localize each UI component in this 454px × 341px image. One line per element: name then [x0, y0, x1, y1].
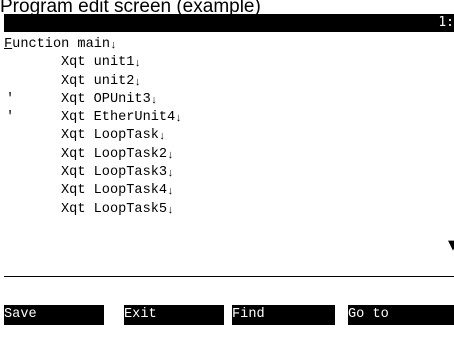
code-line[interactable]: Xqt LoopTask2↓ [4, 146, 454, 164]
code-text: Xqt OPUnit3 [61, 91, 151, 107]
line-position-indicator: 1: [438, 15, 454, 30]
line-end-icon: ↓ [167, 149, 174, 162]
code-line[interactable]: Function main↓ [4, 36, 454, 54]
code-line[interactable]: Xqt unit2↓ [4, 73, 454, 91]
comment-marker: ' [6, 91, 15, 107]
code-line[interactable]: Xqt LoopTask↓ [4, 127, 454, 145]
code-text: Xqt LoopTask5 [61, 201, 168, 217]
exit-button[interactable]: Exit [124, 305, 224, 325]
code-line[interactable]: Xqt LoopTask3↓ [4, 164, 454, 182]
save-button[interactable]: Save [4, 305, 104, 325]
code-line[interactable]: Xqt unit1↓ [4, 54, 454, 72]
code-text: Xqt EtherUnit4 [61, 110, 176, 126]
code-text: Xqt LoopTask3 [61, 165, 168, 181]
line-end-icon: ↓ [134, 58, 142, 71]
code-line[interactable]: ' Xqt OPUnit3↓ [4, 91, 454, 109]
program-edit-screen: 1: Function main↓ Xqt unit1↓ Xqt unit2↓ … [4, 14, 454, 341]
code-text: Xqt LoopTask2 [61, 146, 168, 162]
find-button[interactable]: Find [232, 305, 335, 325]
line-end-icon: ↓ [167, 168, 174, 181]
divider [4, 276, 454, 277]
code-text: Xqt unit1 [61, 55, 135, 71]
comment-marker: ' [6, 110, 15, 126]
code-text: Xqt LoopTask4 [61, 183, 168, 199]
code-editor[interactable]: Function main↓ Xqt unit1↓ Xqt unit2↓ ' X… [4, 36, 454, 219]
code-text: Xqt LoopTask [61, 128, 159, 144]
line-end-icon: ↓ [167, 186, 174, 199]
line-end-icon: ↓ [110, 40, 117, 52]
go-to-button[interactable]: Go to [348, 305, 454, 325]
code-line[interactable]: Xqt LoopTask4↓ [4, 182, 454, 200]
line-end-icon: ↓ [134, 76, 142, 89]
code-text: unction main [12, 37, 111, 52]
line-end-icon: ↓ [158, 131, 166, 144]
line-end-icon: ↓ [175, 113, 182, 126]
code-line[interactable]: ' Xqt EtherUnit4↓ [4, 109, 454, 127]
line-end-icon: ↓ [167, 204, 174, 217]
code-line[interactable]: Xqt LoopTask5↓ [4, 201, 454, 219]
code-text: Xqt unit2 [61, 73, 135, 89]
line-end-icon: ↓ [150, 94, 158, 107]
title-bar: 1: [4, 14, 454, 32]
scroll-down-icon[interactable]: ▼ [448, 238, 454, 253]
text-cursor: F [4, 37, 13, 52]
function-key-bar: Save Exit Find Go to [4, 305, 454, 325]
